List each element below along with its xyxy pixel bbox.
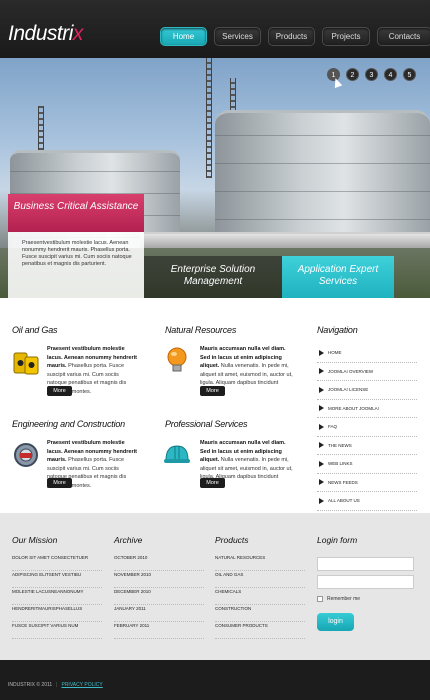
feature-title: Natural Resources bbox=[165, 325, 237, 335]
lattice-tower bbox=[206, 58, 212, 178]
footer-login: Login form bbox=[317, 535, 407, 554]
site-header: Industrix Home Services Products Project… bbox=[0, 0, 430, 58]
caption-description: Praesentvestibulum molestie lacus. Aenea… bbox=[8, 232, 144, 298]
bottom-bar bbox=[0, 660, 430, 700]
arrow-right-icon bbox=[319, 479, 324, 486]
more-button[interactable]: More bbox=[200, 386, 225, 396]
username-field[interactable] bbox=[317, 557, 414, 571]
footer-mission-title: Our Mission bbox=[12, 535, 58, 545]
slide-dot-5[interactable]: 5 bbox=[403, 68, 416, 81]
slide-dot-2[interactable]: 2 bbox=[346, 68, 359, 81]
more-button[interactable]: More bbox=[47, 386, 72, 396]
light-bulb-icon bbox=[163, 345, 191, 375]
footer-archive-title: Archive bbox=[114, 535, 143, 545]
footer-link[interactable]: CONSUMER PRODUCTS bbox=[215, 622, 305, 639]
nav-home-button[interactable]: Home bbox=[160, 27, 207, 46]
footer-products-title: Products bbox=[215, 535, 249, 545]
feature-title: Professional Services bbox=[165, 419, 248, 429]
remember-me[interactable]: Remember me bbox=[317, 596, 360, 602]
nav-link-faq[interactable]: FAQ bbox=[317, 418, 417, 437]
copyright-text: INDUSTRIX © 2011 bbox=[8, 682, 53, 688]
footer-link[interactable]: DOLOR SIT AMET CONSECTETUER bbox=[12, 554, 102, 571]
arrow-right-icon bbox=[319, 460, 324, 467]
remember-label: Remember me bbox=[327, 596, 361, 602]
login-button[interactable]: login bbox=[317, 613, 354, 631]
footer-link[interactable]: FUSCE SUSCIPIT VARIUS NUM bbox=[12, 622, 102, 639]
footer-link[interactable]: NATURAL RESOURCES bbox=[215, 554, 305, 571]
nav-link-joomla-license[interactable]: JOOMLA! LICENSE bbox=[317, 381, 417, 400]
privacy-policy-link[interactable]: PRIVACY POLICY bbox=[61, 682, 102, 688]
arrow-right-icon bbox=[319, 386, 324, 393]
footer-link[interactable]: HENDRERITMAURISPHASELLUS bbox=[12, 605, 102, 622]
nav-link-all-about-us[interactable]: ALL ABOUT US bbox=[317, 492, 417, 511]
engineering-gear-icon bbox=[12, 440, 40, 470]
nav-link-joomla-overview[interactable]: JOOMLA! OVERVIEW bbox=[317, 363, 417, 381]
password-field[interactable] bbox=[317, 575, 414, 589]
remember-checkbox[interactable] bbox=[317, 596, 323, 602]
arrow-right-icon bbox=[319, 405, 324, 412]
footer-archive: Archive OCTOBER 2010 NOVEMBER 2010 DECEM… bbox=[114, 535, 204, 639]
nav-contacts-button[interactable]: Contacts bbox=[377, 27, 430, 46]
login-form-title: Login form bbox=[317, 535, 358, 545]
copyright: INDUSTRIX © 2011 | PRIVACY POLICY bbox=[8, 682, 103, 688]
feature-title: Engineering and Construction bbox=[12, 419, 125, 429]
footer-link[interactable]: FEBRUARY 2011 bbox=[114, 622, 204, 639]
footer-link[interactable]: ADIPISCING ELITSENT VESTIBU bbox=[12, 571, 102, 588]
arrow-right-icon bbox=[319, 368, 324, 375]
nav-products-button[interactable]: Products bbox=[268, 27, 315, 46]
nav-link-more-about-joomla[interactable]: MORE ABOUT JOOMLA! bbox=[317, 400, 417, 418]
navigation-list: HOME JOOMLA! OVERVIEW JOOMLA! LICENSE MO… bbox=[317, 344, 417, 511]
more-button[interactable]: More bbox=[47, 478, 72, 488]
hard-hat-icon bbox=[163, 440, 191, 470]
arrow-right-icon bbox=[319, 442, 324, 449]
footer-link[interactable]: CONSTRUCTION bbox=[215, 605, 305, 622]
footer-link[interactable]: CHEMICALS bbox=[215, 588, 305, 605]
copyright-separator: | bbox=[56, 682, 58, 688]
footer-link[interactable]: JANUARY 2011 bbox=[114, 605, 204, 622]
pipe-bridge bbox=[140, 232, 430, 248]
footer-link[interactable]: MOLESTIE LACUSNEANNONUMY bbox=[12, 588, 102, 605]
site-logo[interactable]: Industrix bbox=[8, 22, 83, 46]
footer-link[interactable]: OIL AND GAS bbox=[215, 571, 305, 588]
arrow-right-icon bbox=[319, 497, 324, 504]
lattice-tower bbox=[38, 106, 44, 156]
caption-business-critical[interactable]: Business Critical Assistance bbox=[8, 194, 144, 232]
caption-application-expert[interactable]: Application Expert Services bbox=[282, 256, 394, 298]
navigation-title: Navigation bbox=[317, 325, 358, 335]
nav-projects-button[interactable]: Projects bbox=[322, 27, 370, 46]
footer-link[interactable]: DECEMBER 2010 bbox=[114, 588, 204, 605]
feature-title: Oil and Gas bbox=[12, 325, 58, 335]
footer-products: Products NATURAL RESOURCES OIL AND GAS C… bbox=[215, 535, 305, 639]
slide-dot-3[interactable]: 3 bbox=[365, 68, 378, 81]
hero-slider: 1 2 3 4 5 Business Critical Assistance P… bbox=[0, 58, 430, 298]
nav-link-web-links[interactable]: WEB LINKS bbox=[317, 455, 417, 474]
nav-link-the-news[interactable]: THE NEWS bbox=[317, 437, 417, 455]
nav-link-news-feeds[interactable]: NEWS FEEDS bbox=[317, 474, 417, 492]
caption-enterprise-solution[interactable]: Enterprise Solution Management bbox=[144, 256, 282, 298]
footer-link[interactable]: OCTOBER 2010 bbox=[114, 554, 204, 571]
nav-services-button[interactable]: Services bbox=[214, 27, 261, 46]
footer-mission: Our Mission DOLOR SIT AMET CONSECTETUER … bbox=[12, 535, 102, 639]
nav-link-home[interactable]: HOME bbox=[317, 344, 417, 363]
footer-link[interactable]: NOVEMBER 2010 bbox=[114, 571, 204, 588]
main-nav: Home Services Products Projects Contacts bbox=[160, 27, 430, 46]
slide-dot-4[interactable]: 4 bbox=[384, 68, 397, 81]
arrow-right-icon bbox=[319, 349, 324, 356]
more-button[interactable]: More bbox=[200, 478, 225, 488]
arrow-right-icon bbox=[319, 423, 324, 430]
oil-barrels-icon bbox=[12, 347, 40, 377]
